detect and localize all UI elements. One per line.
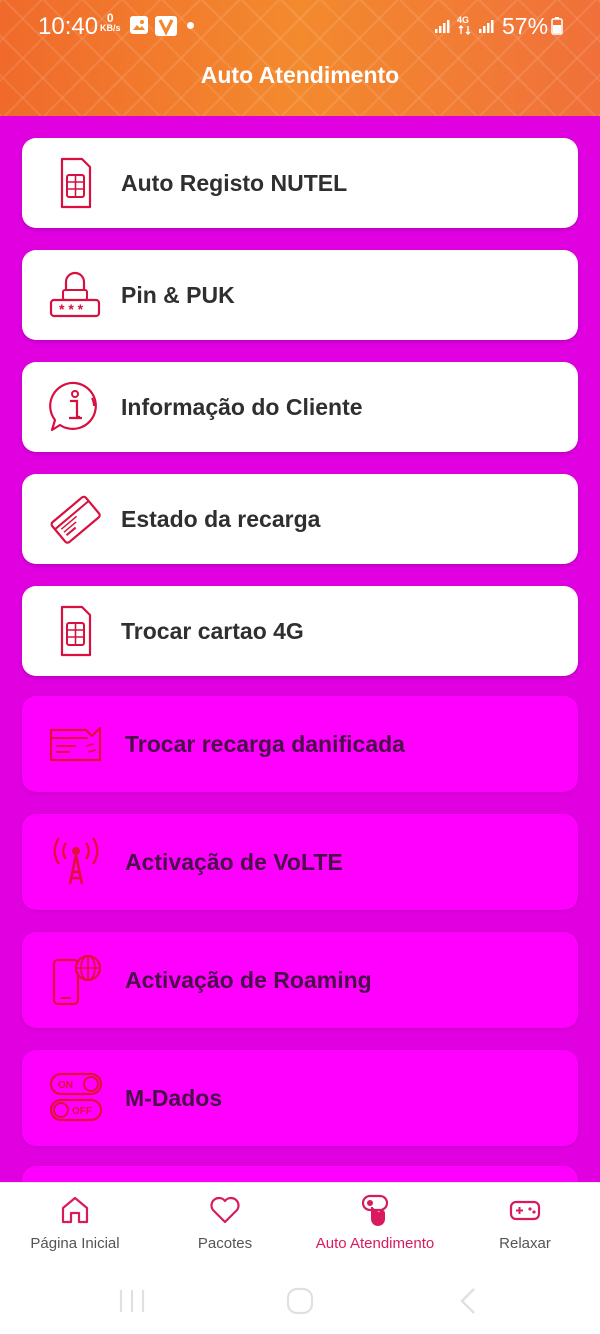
card-icon xyxy=(50,495,101,544)
antenna-icon xyxy=(53,837,99,885)
svg-text:4G: 4G xyxy=(457,15,469,25)
menu-item-pin-puk[interactable]: * * * Pin & PUK xyxy=(22,250,578,340)
nav-pagina-inicial[interactable]: Página Inicial xyxy=(0,1183,150,1263)
network-speed: 0 KB/s xyxy=(100,11,121,33)
gamepad-icon xyxy=(509,1200,541,1221)
status-bar: 10:40 0 KB/s 4G 57% xyxy=(0,0,600,52)
recent-apps-icon[interactable] xyxy=(112,1278,152,1324)
signal-icon xyxy=(435,20,450,33)
menu-item-label: Activação de Roaming xyxy=(125,967,372,993)
4g-icon: 4G xyxy=(457,15,471,35)
gallery-notification-icon xyxy=(130,16,148,34)
network-speed-unit: KB/s xyxy=(100,23,121,33)
home-button-icon[interactable] xyxy=(280,1278,320,1324)
back-icon[interactable] xyxy=(448,1278,488,1324)
svg-text:* * *: * * * xyxy=(59,301,84,317)
menu-list[interactable]: Auto Registo NUTEL * * * Pin & PUK Infor… xyxy=(0,116,600,1182)
menu-item-auto-registo[interactable]: Auto Registo NUTEL xyxy=(22,138,578,228)
menu-item-informacao-cliente[interactable]: Informação do Cliente xyxy=(22,362,578,452)
menu-item-label: M-Dados xyxy=(125,1085,223,1111)
menu-item-label: Activação de VoLTE xyxy=(125,849,343,875)
menu-item-label: Trocar recarga danificada xyxy=(125,731,405,757)
menu-item-label: Auto Registo NUTEL xyxy=(121,170,348,196)
damaged-card-icon xyxy=(49,726,102,762)
info-bubble-icon xyxy=(49,381,97,432)
nav-label: Relaxar xyxy=(499,1235,551,1252)
phone-globe-icon xyxy=(52,954,102,1006)
menu-item-trocar-cartao-4g[interactable]: Trocar cartao 4G xyxy=(22,586,578,676)
nav-label: Pacotes xyxy=(197,1235,253,1252)
nav-label: Auto Atendimento xyxy=(315,1235,435,1252)
toggle-on-text: ON xyxy=(58,1080,73,1091)
v-app-notification-icon xyxy=(155,16,177,36)
sim-card-icon xyxy=(60,605,92,657)
battery-icon xyxy=(551,17,563,35)
sim-card-icon xyxy=(60,157,92,209)
battery-percent: 57% xyxy=(502,13,549,39)
menu-item-trocar-recarga-danificada[interactable]: Trocar recarga danificada xyxy=(22,696,578,792)
menu-item-activacao-volte[interactable]: Activação de VoLTE xyxy=(22,814,578,910)
nav-pacotes[interactable]: Pacotes xyxy=(150,1183,300,1263)
nav-label: Página Inicial xyxy=(30,1235,120,1252)
page-title: Auto Atendimento xyxy=(200,62,400,88)
toggle-on-off-icon: ON OFF xyxy=(49,1072,103,1122)
menu-item-label: Estado da recarga xyxy=(121,506,321,532)
notification-dot xyxy=(187,22,194,29)
menu-item-activacao-roaming[interactable]: Activação de Roaming xyxy=(22,932,578,1028)
menu-item-next-partial[interactable] xyxy=(22,1166,578,1182)
signal-icon-2 xyxy=(479,20,494,33)
network-speed-value: 0 xyxy=(106,11,114,25)
toggle-off-text: OFF xyxy=(72,1106,92,1117)
menu-item-m-dados[interactable]: ON OFF M-Dados xyxy=(22,1050,578,1146)
app-header: 10:40 0 KB/s 4G 57% Auto Atendimento xyxy=(0,0,600,116)
bottom-navigation: Página Inicial Pacotes Auto Atendimento … xyxy=(0,1182,600,1334)
self-service-icon xyxy=(361,1194,389,1226)
menu-item-label: Informação do Cliente xyxy=(121,394,363,420)
menu-item-estado-recarga[interactable]: Estado da recarga xyxy=(22,474,578,564)
menu-item-label: Pin & PUK xyxy=(121,282,235,308)
heart-icon xyxy=(210,1196,240,1224)
home-icon xyxy=(61,1196,89,1224)
menu-item-label: Trocar cartao 4G xyxy=(121,618,304,644)
status-time: 10:40 xyxy=(38,13,99,40)
nav-auto-atendimento[interactable]: Auto Atendimento xyxy=(300,1183,450,1263)
lock-pin-icon: * * * xyxy=(49,271,101,318)
nav-relaxar[interactable]: Relaxar xyxy=(450,1183,600,1263)
